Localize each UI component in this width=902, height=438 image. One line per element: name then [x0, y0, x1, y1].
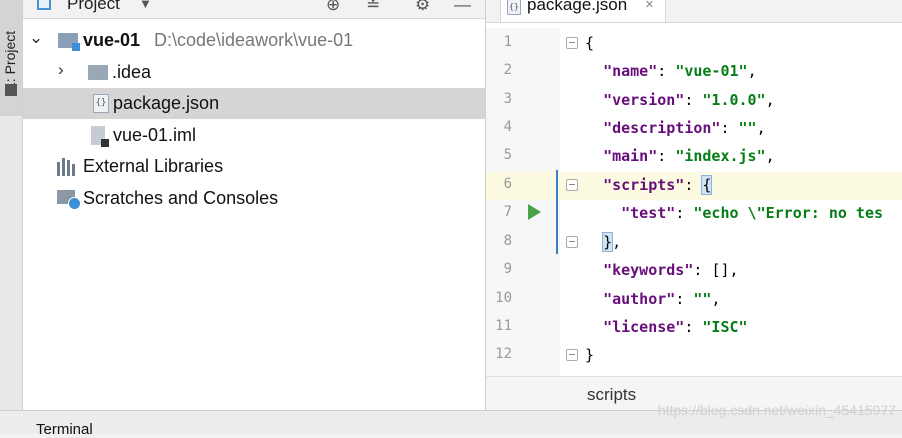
line-number: 2 — [503, 62, 512, 78]
terminal-tab[interactable]: Terminal — [36, 421, 93, 438]
tree-item-scratches[interactable]: Scratches and Consoles — [23, 183, 485, 214]
tree-item-label: package.json — [113, 93, 220, 113]
code-line: 8 }, — [486, 229, 902, 257]
tool-window-strip: 1: Project — [0, 0, 23, 410]
chevron-right-icon[interactable]: › — [58, 60, 64, 80]
libraries-icon — [57, 158, 77, 176]
code-text: "main": "index.js", — [603, 147, 775, 165]
fold-icon[interactable] — [566, 179, 578, 191]
code-line: 1 { — [486, 30, 902, 58]
tree-item-label: vue-01.iml — [113, 125, 197, 145]
tab-label: package.json — [527, 0, 628, 14]
code-text: }, — [602, 232, 622, 252]
code-text: "author": "", — [603, 290, 721, 308]
line-number: 7 — [503, 204, 512, 220]
line-number: 5 — [503, 147, 512, 163]
hide-panel-icon[interactable]: — — [454, 0, 471, 15]
code-line: 5 "main": "index.js", — [486, 143, 902, 171]
collapse-all-icon[interactable]: ≚ — [366, 0, 380, 15]
watermark: https://blog.csdn.net/weixin_45415977 — [657, 402, 896, 418]
close-icon[interactable]: × — [645, 0, 654, 13]
chevron-down-icon[interactable]: ▼ — [139, 0, 152, 11]
folder-icon — [88, 65, 108, 80]
line-number: 11 — [495, 318, 512, 334]
code-text: "scripts": { — [603, 175, 713, 195]
line-number: 8 — [503, 233, 512, 249]
line-number: 4 — [503, 119, 512, 135]
project-panel: Project ▼ ⊕ ≚ ⚙ — ⌄ vue-01 D:\code\ideaw… — [23, 0, 486, 410]
module-folder-icon — [58, 33, 80, 51]
code-line: 10 "author": "", — [486, 286, 902, 314]
iml-file-icon — [91, 126, 109, 147]
json-file-icon: {} — [507, 0, 521, 15]
project-panel-header: Project ▼ ⊕ ≚ ⚙ — — [23, 0, 485, 19]
tab-package-json[interactable]: {} package.json × — [500, 0, 666, 22]
project-view-icon — [37, 0, 51, 10]
project-tool-tab[interactable]: 1: Project — [0, 0, 22, 116]
code-text: "description": "", — [603, 119, 766, 137]
tree-item-label: vue-01 — [83, 30, 141, 50]
code-text: "name": "vue-01", — [603, 62, 757, 80]
breadcrumb-item-scripts[interactable]: scripts — [587, 385, 636, 405]
editor-panel: {} package.json × 1 { 2 "name": "vue-01"… — [486, 0, 902, 411]
line-number: 9 — [503, 261, 512, 277]
code-line: 9 "keywords": [], — [486, 257, 902, 285]
folder-icon — [5, 84, 17, 96]
code-text: "keywords": [], — [603, 261, 739, 279]
line-number: 12 — [495, 346, 512, 362]
json-file-icon: {} — [93, 94, 109, 113]
scratches-icon — [57, 190, 81, 210]
tree-item-package-json[interactable]: {} package.json — [23, 88, 485, 119]
project-tool-tab-label: 1: Project — [2, 30, 18, 90]
tree-item-label: External Libraries — [83, 156, 224, 176]
code-text: { — [585, 34, 595, 52]
line-number: 6 — [503, 176, 512, 192]
tree-item-label: .idea — [112, 62, 152, 82]
module-path: D:\code\ideawork\vue-01 — [154, 30, 354, 50]
code-line: 12 } — [486, 342, 902, 370]
tree-item-external-libraries[interactable]: External Libraries — [23, 151, 485, 182]
locate-icon[interactable]: ⊕ — [326, 0, 340, 15]
editor-tab-bar: {} package.json × — [486, 0, 902, 23]
code-text: "test": "echo \"Error: no tes — [621, 204, 884, 222]
code-line: 11 "license": "ISC" — [486, 314, 902, 342]
tree-item-vue-01-iml[interactable]: vue-01.iml — [23, 120, 485, 151]
tree-item-label: Scratches and Consoles — [83, 188, 279, 208]
run-icon[interactable] — [528, 204, 541, 220]
fold-icon[interactable] — [566, 349, 578, 361]
code-line: 2 "name": "vue-01", — [486, 58, 902, 86]
line-number: 10 — [495, 290, 512, 306]
code-line: 3 "version": "1.0.0", — [486, 87, 902, 115]
chevron-down-icon[interactable]: ⌄ — [29, 28, 43, 48]
code-line: 4 "description": "", — [486, 115, 902, 143]
gear-icon[interactable]: ⚙ — [415, 0, 430, 15]
fold-icon[interactable] — [566, 236, 578, 248]
code-line: 7 "test": "echo \"Error: no tes — [486, 200, 902, 228]
code-text: } — [585, 346, 595, 364]
code-line-current: 6 "scripts": { — [486, 172, 902, 200]
tree-item-vue-01[interactable]: ⌄ vue-01 D:\code\ideawork\vue-01 — [23, 25, 485, 56]
project-view-selector[interactable]: Project — [67, 0, 120, 14]
scope-indent-guide — [556, 170, 558, 254]
line-number: 1 — [503, 34, 512, 50]
line-number: 3 — [503, 91, 512, 107]
fold-icon[interactable] — [566, 37, 578, 49]
tree-item-idea[interactable]: › .idea — [23, 57, 485, 88]
code-text: "license": "ISC" — [603, 318, 748, 336]
code-text: "version": "1.0.0", — [603, 91, 775, 109]
